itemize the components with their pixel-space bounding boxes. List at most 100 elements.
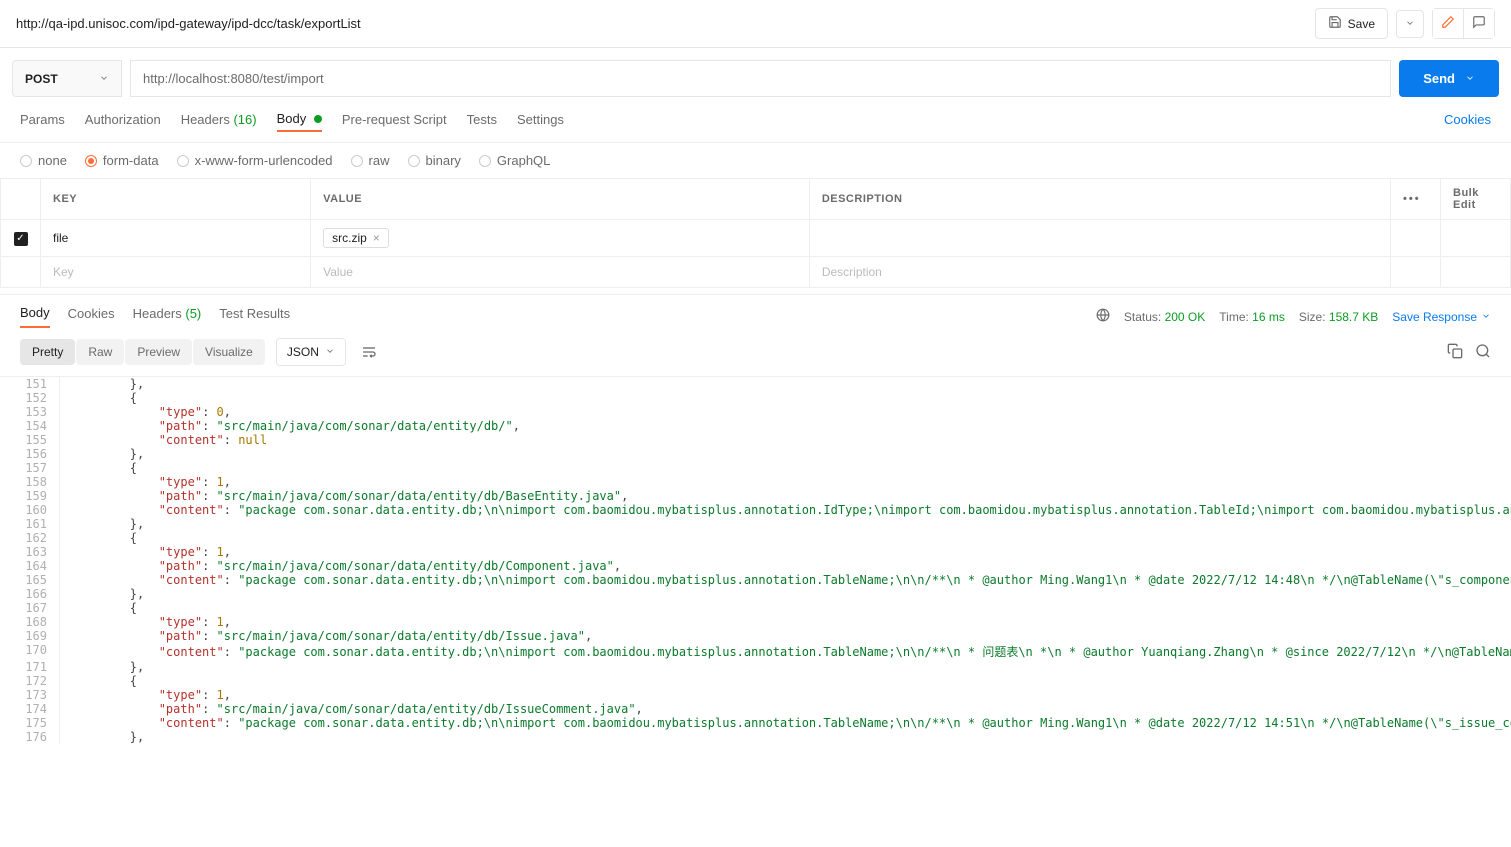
response-tab-cookies[interactable]: Cookies <box>68 306 115 327</box>
method-select[interactable]: POST <box>12 60 122 97</box>
code-line: 175 "content": "package com.sonar.data.e… <box>0 716 1511 730</box>
code-line: 166 }, <box>0 587 1511 601</box>
globe-icon[interactable] <box>1096 308 1110 325</box>
description-input[interactable]: Description <box>809 257 1390 288</box>
body-type-form-data[interactable]: form-data <box>85 153 159 168</box>
tab-headers-label: Headers <box>181 112 230 127</box>
url-input[interactable] <box>130 60 1391 97</box>
tab-headers-count: (16) <box>233 112 256 127</box>
chevron-down-icon <box>1465 71 1475 86</box>
code-line: 174 "path": "src/main/java/com/sonar/dat… <box>0 702 1511 716</box>
key-header: KEY <box>41 179 311 220</box>
code-line: 167 { <box>0 601 1511 615</box>
comment-button[interactable] <box>1464 9 1494 38</box>
response-headers-count: (5) <box>185 306 201 321</box>
copy-icon[interactable] <box>1447 343 1463 362</box>
code-line: 164 "path": "src/main/java/com/sonar/dat… <box>0 559 1511 573</box>
tab-authorization[interactable]: Authorization <box>85 108 161 131</box>
tab-prerequest[interactable]: Pre-request Script <box>342 108 447 131</box>
code-line: 159 "path": "src/main/java/com/sonar/dat… <box>0 489 1511 503</box>
row-description[interactable] <box>809 220 1390 257</box>
code-line: 163 "type": 1, <box>0 545 1511 559</box>
table-row-empty: Key Value Description <box>1 257 1511 288</box>
radio-icon <box>351 155 363 167</box>
chevron-down-icon <box>1481 310 1491 324</box>
radio-icon <box>479 155 491 167</box>
tab-settings[interactable]: Settings <box>517 108 564 131</box>
code-line: 170 "content": "package com.sonar.data.e… <box>0 643 1511 660</box>
tab-body-label: Body <box>277 111 307 126</box>
search-icon[interactable] <box>1475 343 1491 362</box>
code-line: 157 { <box>0 461 1511 475</box>
code-line: 168 "type": 1, <box>0 615 1511 629</box>
comment-icon <box>1472 15 1486 32</box>
description-header: DESCRIPTION <box>809 179 1390 220</box>
tab-tests[interactable]: Tests <box>467 108 497 131</box>
response-tab-body[interactable]: Body <box>20 305 50 328</box>
file-chip: src.zip × <box>323 228 389 248</box>
body-type-none[interactable]: none <box>20 153 67 168</box>
radio-icon <box>20 155 32 167</box>
response-headers-label: Headers <box>133 306 182 321</box>
code-line: 172 { <box>0 674 1511 688</box>
radio-icon <box>177 155 189 167</box>
status-meta: Status: 200 OK <box>1124 310 1205 324</box>
wrap-lines-button[interactable] <box>356 339 382 365</box>
code-line: 152 { <box>0 391 1511 405</box>
code-line: 158 "type": 1, <box>0 475 1511 489</box>
checkbox-header <box>1 179 41 220</box>
send-label: Send <box>1423 71 1455 86</box>
edit-button[interactable] <box>1433 9 1464 38</box>
code-line: 165 "content": "package com.sonar.data.e… <box>0 573 1511 587</box>
view-raw[interactable]: Raw <box>76 339 124 365</box>
save-button[interactable]: Save <box>1315 8 1388 39</box>
code-line: 176 }, <box>0 730 1511 744</box>
code-line: 154 "path": "src/main/java/com/sonar/dat… <box>0 419 1511 433</box>
row-value[interactable]: src.zip × <box>311 220 810 257</box>
code-line: 161 }, <box>0 517 1511 531</box>
more-icon[interactable]: ••• <box>1403 193 1421 205</box>
code-line: 153 "type": 0, <box>0 405 1511 419</box>
tab-body[interactable]: Body <box>277 107 322 132</box>
response-tab-headers[interactable]: Headers (5) <box>133 306 202 327</box>
code-line: 169 "path": "src/main/java/com/sonar/dat… <box>0 629 1511 643</box>
value-input[interactable]: Value <box>311 257 810 288</box>
body-type-binary[interactable]: binary <box>408 153 461 168</box>
code-line: 160 "content": "package com.sonar.data.e… <box>0 503 1511 517</box>
save-icon <box>1328 15 1342 32</box>
response-tab-test-results[interactable]: Test Results <box>219 306 290 327</box>
code-line: 156 }, <box>0 447 1511 461</box>
tab-headers[interactable]: Headers (16) <box>181 108 257 131</box>
file-name: src.zip <box>332 231 367 245</box>
view-visualize[interactable]: Visualize <box>193 339 265 365</box>
radio-icon <box>408 155 420 167</box>
remove-file-icon[interactable]: × <box>373 231 380 245</box>
row-checkbox[interactable]: ✓ <box>14 232 28 246</box>
response-code-view[interactable]: 151 },152 {153 "type": 0,154 "path": "sr… <box>0 376 1511 744</box>
row-key[interactable]: file <box>41 220 311 257</box>
format-select[interactable]: JSON <box>276 338 346 366</box>
code-line: 162 { <box>0 531 1511 545</box>
tab-params[interactable]: Params <box>20 108 65 131</box>
code-line: 173 "type": 1, <box>0 688 1511 702</box>
view-preview[interactable]: Preview <box>125 339 192 365</box>
cookies-link[interactable]: Cookies <box>1444 112 1491 127</box>
method-label: POST <box>25 72 58 86</box>
save-dropdown[interactable] <box>1396 10 1424 38</box>
modified-dot-icon <box>314 115 322 123</box>
save-response-button[interactable]: Save Response <box>1392 310 1491 324</box>
bulk-edit-button[interactable]: Bulk Edit <box>1453 187 1479 211</box>
view-pretty[interactable]: Pretty <box>20 339 75 365</box>
format-label: JSON <box>287 345 319 359</box>
radio-icon <box>85 155 97 167</box>
body-type-x-www[interactable]: x-www-form-urlencoded <box>177 153 333 168</box>
code-line: 171 }, <box>0 660 1511 674</box>
chevron-down-icon <box>99 72 109 86</box>
chevron-down-icon <box>1405 17 1415 31</box>
code-line: 155 "content": null <box>0 433 1511 447</box>
key-input[interactable]: Key <box>41 257 311 288</box>
value-header: VALUE <box>311 179 810 220</box>
send-button[interactable]: Send <box>1399 60 1499 97</box>
body-type-raw[interactable]: raw <box>351 153 390 168</box>
body-type-graphql[interactable]: GraphQL <box>479 153 550 168</box>
